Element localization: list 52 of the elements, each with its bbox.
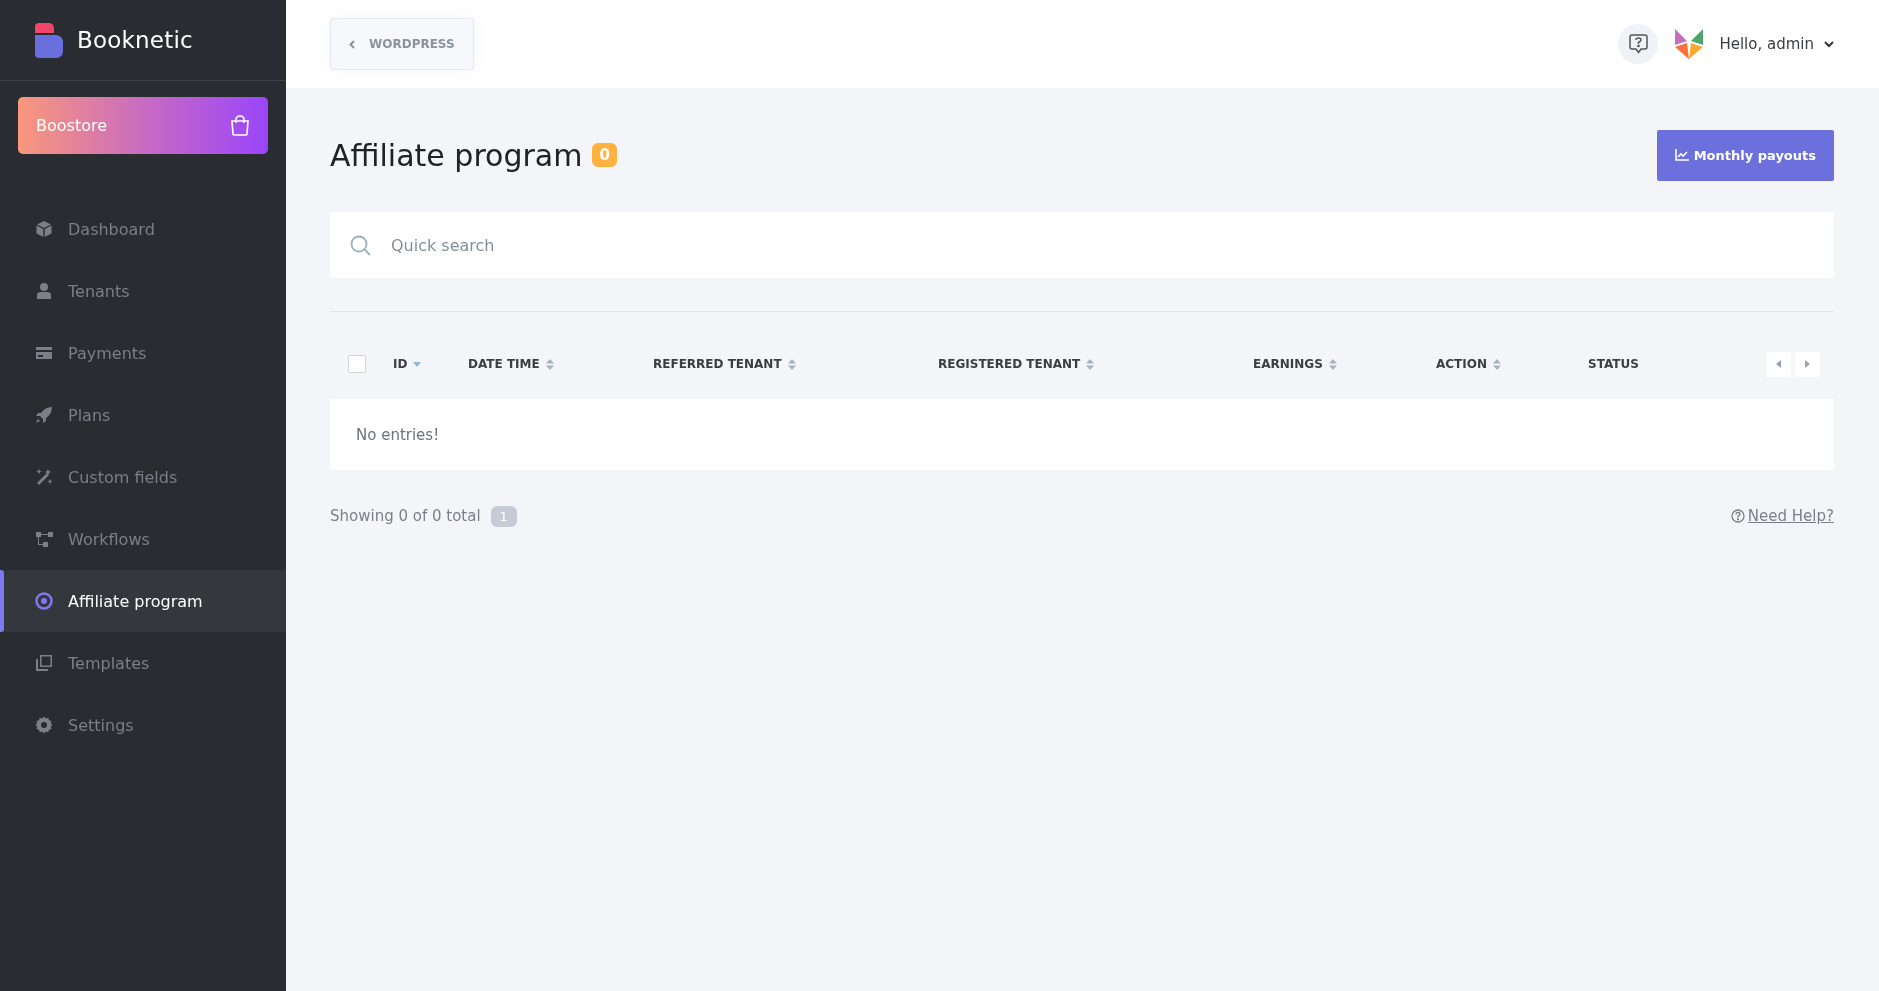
app-name: Booknetic — [77, 27, 193, 53]
copy-icon — [35, 654, 53, 672]
column-header[interactable]: DATE TIME — [468, 357, 653, 371]
avatar-icon — [1675, 29, 1704, 59]
gear-icon — [35, 716, 53, 734]
column-header[interactable]: ACTION — [1436, 357, 1588, 371]
sidebar-item[interactable]: Plans — [0, 384, 286, 446]
sidebar-item[interactable]: Tenants — [0, 260, 286, 322]
column-header[interactable]: ID — [393, 357, 468, 371]
select-all-checkbox[interactable] — [348, 355, 366, 373]
cube-icon — [35, 220, 53, 238]
scroll-left-button[interactable] — [1766, 351, 1791, 377]
flowchart-icon — [35, 530, 53, 548]
sidebar-item[interactable]: Dashboard — [0, 198, 286, 260]
column-header[interactable]: STATUS — [1588, 357, 1766, 371]
search-icon — [350, 234, 371, 256]
sidebar-item[interactable]: Templates — [0, 632, 286, 694]
credit-card-icon — [35, 344, 53, 362]
shopping-bag-icon — [230, 115, 250, 136]
chevron-down-icon — [1824, 40, 1834, 48]
empty-message: No entries! — [356, 425, 440, 444]
search-bar[interactable]: Quick search — [330, 212, 1834, 278]
count-badge: 0 — [592, 143, 617, 167]
help-button[interactable] — [1618, 24, 1659, 64]
question-bubble-icon — [1628, 34, 1648, 54]
magic-wand-icon — [35, 468, 53, 486]
user-icon — [35, 282, 53, 300]
pagination-summary: Showing 0 of 0 total — [330, 507, 481, 525]
rocket-icon — [35, 406, 53, 424]
monthly-payouts-button[interactable]: Monthly payouts — [1656, 129, 1834, 181]
caret-right-icon — [1805, 360, 1810, 368]
sidebar-item[interactable]: Custom fields — [0, 446, 286, 508]
column-header[interactable]: REFERRED TENANT — [653, 357, 938, 371]
sidebar-item[interactable]: Settings — [0, 694, 286, 756]
sidebar-item[interactable]: Workflows — [0, 508, 286, 570]
target-icon — [35, 592, 53, 610]
question-circle-icon — [1730, 509, 1745, 523]
sidebar-item[interactable]: Payments — [0, 322, 286, 384]
chevron-left-icon — [349, 39, 355, 49]
column-header[interactable]: EARNINGS — [1253, 357, 1436, 371]
need-help-link[interactable]: Need Help? — [1730, 507, 1834, 525]
search-field[interactable]: Quick search — [389, 234, 1814, 256]
line-chart-icon — [1674, 149, 1689, 161]
logo-icon — [35, 22, 63, 58]
boostore-button[interactable]: Boostore — [18, 97, 268, 154]
page-title: Affiliate program — [330, 137, 583, 173]
caret-left-icon — [1776, 360, 1781, 368]
sidebar-item[interactable]: Affiliate program — [0, 570, 286, 632]
scroll-right-button[interactable] — [1795, 351, 1820, 377]
user-menu[interactable]: Hello, admin — [1719, 35, 1834, 53]
back-button[interactable]: WORDPRESS — [330, 18, 474, 70]
column-header[interactable]: REGISTERED TENANT — [938, 357, 1253, 371]
